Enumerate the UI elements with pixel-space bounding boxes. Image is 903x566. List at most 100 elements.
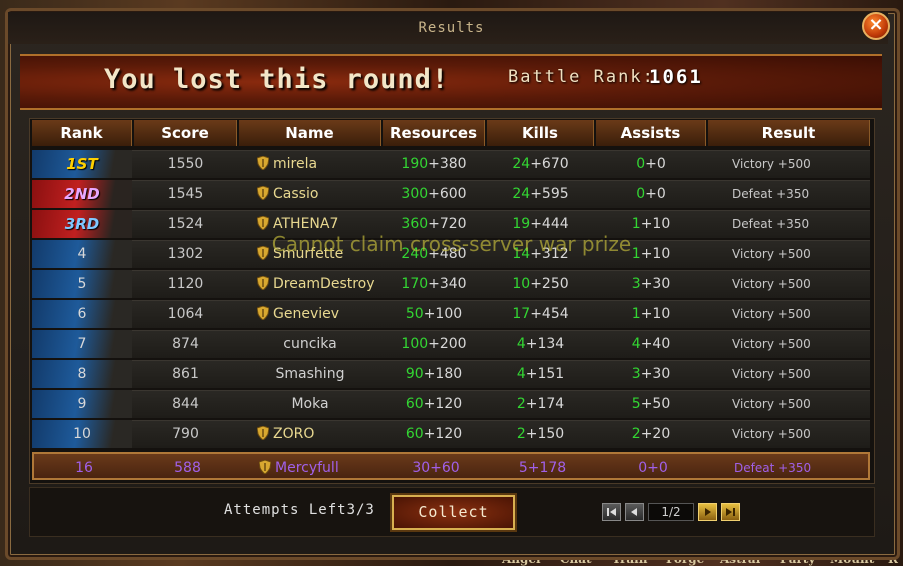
player-name-cell[interactable]: mirela	[257, 150, 387, 178]
my-kills: 5+178	[489, 454, 596, 482]
assists-bonus: +0	[645, 156, 666, 172]
kills-bonus: +250	[530, 276, 569, 292]
player-name-cell[interactable]: Geneviev	[257, 300, 387, 328]
resources-cell: 50+100	[383, 300, 485, 328]
resources-bonus: +200	[428, 336, 467, 352]
result-cell: Victory +500	[708, 330, 828, 358]
player-name: Geneviev	[273, 306, 340, 322]
result-bonus: +500	[777, 397, 811, 411]
player-name: Cassio	[273, 186, 319, 202]
player-name-cell[interactable]: ZORO	[257, 420, 387, 448]
result-label: Victory	[732, 427, 774, 441]
result-label: Victory	[732, 307, 774, 321]
window-title: Results	[418, 20, 485, 36]
player-name-cell[interactable]: Cassio	[257, 180, 387, 208]
guild-shield-icon	[259, 460, 271, 474]
kills-cell: 24+670	[487, 150, 594, 178]
guild-shield-icon	[257, 276, 269, 290]
table-row: 9 844 Moka 60+120 2+174 5+50 Victory +500	[32, 390, 870, 418]
table-row: 7 874 cuncika 100+200 4+134 4+40 Victory +500	[32, 330, 870, 358]
assists-base: 2	[631, 426, 641, 442]
battle-rank-label: Battle Rank:	[508, 67, 655, 87]
assists-cell: 3+30	[596, 270, 706, 298]
player-name-cell[interactable]: cuncika	[239, 330, 381, 358]
first-page-icon	[607, 508, 616, 516]
assists-base: 5	[631, 396, 641, 412]
assists-base: 0	[636, 186, 646, 202]
rank-value: 10	[73, 426, 91, 442]
result-bonus: +500	[777, 367, 811, 381]
result-bonus: +500	[777, 337, 811, 351]
resources-bonus: +120	[423, 426, 463, 442]
player-name: Smashing	[275, 366, 345, 382]
kills-base: 10	[512, 276, 531, 292]
player-name: DreamDestroy	[273, 276, 375, 292]
player-name-cell[interactable]: DreamDestroy	[257, 270, 387, 298]
kills-base: 4	[516, 366, 526, 382]
resources-base: 300	[401, 186, 429, 202]
player-name-cell[interactable]: Moka	[239, 390, 381, 418]
resources-cell: 100+200	[383, 330, 485, 358]
kills-cell: 17+454	[487, 300, 594, 328]
column-header-rank: Rank	[32, 120, 132, 146]
result-label: Victory	[732, 337, 774, 351]
resources-base: 60	[405, 426, 424, 442]
rank-value: 9	[77, 396, 87, 412]
next-page-icon	[705, 508, 711, 516]
score-value: 874	[172, 336, 199, 352]
first-page-button[interactable]	[602, 503, 621, 521]
close-button[interactable]: ×	[862, 12, 890, 40]
score-value: 844	[172, 396, 199, 412]
resources-cell: 90+180	[383, 360, 485, 388]
kills-cell: 4+134	[487, 330, 594, 358]
kills-base: 24	[512, 186, 531, 202]
player-name-cell[interactable]: Smashing	[239, 360, 381, 388]
assists-base: 3	[631, 366, 641, 382]
kills-cell: 4+151	[487, 360, 594, 388]
table-row: 5 1120 DreamDestroy 170+340 10+250 3+30 Victor…	[32, 270, 870, 298]
overlay-message: Cannot claim cross-server war prize	[271, 232, 632, 256]
assists-bonus: +0	[645, 186, 666, 202]
rank-value: 8	[77, 366, 87, 382]
kills-bonus: +444	[530, 216, 569, 232]
my-rank: 16	[75, 460, 93, 476]
resources-base: 360	[401, 216, 429, 232]
kills-cell: 24+595	[487, 180, 594, 208]
assists-cell: 3+30	[596, 360, 706, 388]
rank-value: 2ND	[64, 185, 100, 203]
result-cell: Victory +500	[708, 360, 828, 388]
resources-base: 170	[401, 276, 429, 292]
guild-shield-icon	[257, 186, 269, 200]
my-assists-base: 0	[638, 460, 648, 476]
prev-page-button[interactable]	[625, 503, 644, 521]
result-bonus: +500	[777, 157, 811, 171]
table-row: 10 790 ZORO 60+120 2+150 2+20 Victory +500	[32, 420, 870, 448]
result-cell: Victory +500	[708, 300, 828, 328]
kills-bonus: +595	[530, 186, 569, 202]
table-row: 2ND 1545 Cassio 300+600 24+595 0+0 Defeat +350	[32, 180, 870, 208]
my-result-label: Defeat	[734, 461, 775, 475]
player-name: cuncika	[283, 336, 337, 352]
assists-base: 0	[636, 156, 646, 172]
next-page-button[interactable]	[698, 503, 717, 521]
attempts-value: 3/3	[346, 502, 375, 518]
table-row: 1ST 1550 mirela 190+380 24+670 0+0 Victory +50…	[32, 150, 870, 178]
guild-shield-icon	[257, 156, 269, 170]
collect-button[interactable]: Collect	[392, 495, 515, 530]
last-page-icon	[726, 508, 735, 516]
my-assists: 0+0	[598, 454, 708, 482]
my-res-base: 30	[412, 460, 431, 476]
round-result-headline: You lost this round!	[104, 64, 450, 95]
result-label: Victory	[732, 367, 774, 381]
last-page-button[interactable]	[721, 503, 740, 521]
score-value: 861	[172, 366, 199, 382]
resources-base: 100	[401, 336, 429, 352]
rank-value: 1ST	[66, 155, 98, 173]
resources-base: 50	[405, 306, 424, 322]
table-row: 6 1064 Geneviev 50+100 17+454 1+10 Victory +50…	[32, 300, 870, 328]
resources-bonus: +180	[423, 366, 463, 382]
assists-cell: 2+20	[596, 420, 706, 448]
column-header-assists: Assists	[596, 120, 706, 146]
my-name: Mercyfull	[275, 460, 339, 476]
resources-base: 60	[405, 396, 424, 412]
